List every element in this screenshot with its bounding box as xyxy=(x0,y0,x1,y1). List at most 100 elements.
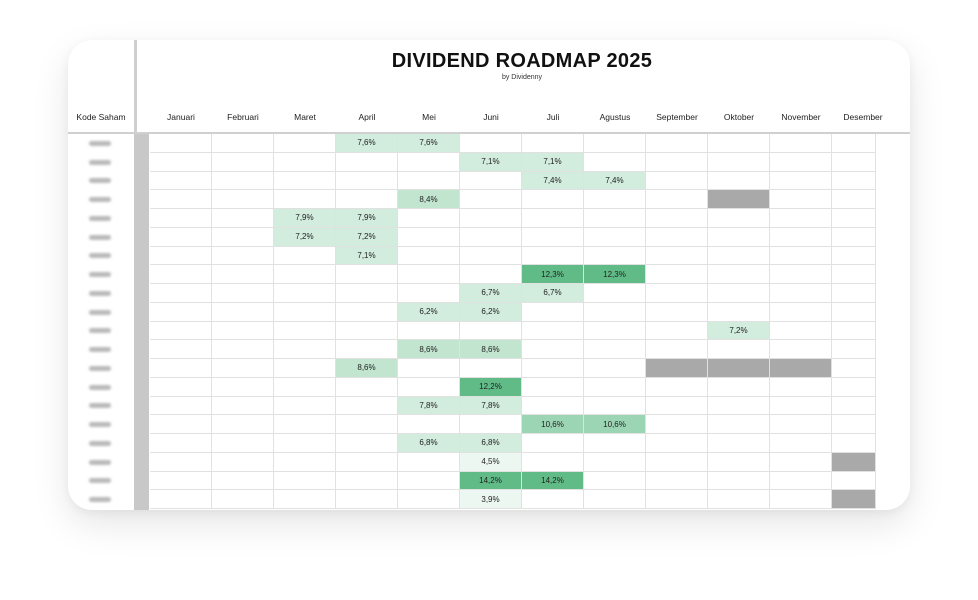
empty-cell xyxy=(770,152,832,172)
empty-cell xyxy=(646,284,708,303)
empty-cell xyxy=(646,190,708,209)
stock-code-redacted xyxy=(78,134,122,153)
empty-cell xyxy=(150,490,212,509)
empty-cell xyxy=(646,452,708,472)
empty-cell xyxy=(398,490,460,509)
empty-cell xyxy=(460,190,522,209)
empty-cell xyxy=(336,396,398,416)
empty-cell xyxy=(212,190,274,209)
empty-cell xyxy=(708,434,770,453)
empty-cell xyxy=(274,246,336,266)
yield-cell: 14,2% xyxy=(460,471,522,491)
page-subtitle: by Dividenny xyxy=(501,74,543,81)
yield-cell: 7,1% xyxy=(460,152,522,172)
table-row: 4,5% xyxy=(68,452,910,472)
empty-cell xyxy=(708,377,770,397)
empty-cell xyxy=(584,321,646,341)
empty-cell xyxy=(522,452,584,472)
stock-code-redacted xyxy=(78,303,122,322)
yield-cell: 10,6% xyxy=(584,415,646,434)
stock-code-redacted xyxy=(78,322,122,341)
empty-cell xyxy=(770,227,832,247)
empty-cell xyxy=(212,359,274,378)
stock-code-redacted xyxy=(78,247,122,266)
yield-cell: 7,2% xyxy=(274,227,336,247)
empty-cell xyxy=(336,452,398,472)
month-header: September xyxy=(656,112,698,122)
stock-code-redacted xyxy=(78,359,122,378)
empty-cell xyxy=(150,396,212,416)
table-row: 8,4% xyxy=(68,190,910,209)
month-header: Juli xyxy=(546,112,560,122)
empty-cell xyxy=(522,227,584,247)
yield-cell: 14,2% xyxy=(522,471,584,491)
yield-cell: 7,9% xyxy=(274,209,336,228)
empty-cell xyxy=(832,227,876,247)
month-header: April xyxy=(358,112,376,122)
empty-cell xyxy=(584,434,646,453)
empty-cell xyxy=(522,396,584,416)
empty-cell xyxy=(212,152,274,172)
stock-code-redacted xyxy=(78,172,122,191)
empty-cell xyxy=(212,340,274,359)
empty-cell xyxy=(584,302,646,322)
empty-cell xyxy=(274,152,336,172)
empty-cell xyxy=(460,265,522,284)
stock-code-redacted xyxy=(78,209,122,228)
empty-cell xyxy=(336,340,398,359)
empty-cell xyxy=(274,471,336,491)
empty-cell xyxy=(274,190,336,209)
empty-cell xyxy=(274,321,336,341)
empty-cell xyxy=(398,452,460,472)
empty-cell xyxy=(770,452,832,472)
empty-cell xyxy=(150,415,212,434)
empty-cell xyxy=(584,246,646,266)
empty-cell xyxy=(336,377,398,397)
table-row: 14,2% 14,2% xyxy=(68,471,910,491)
empty-cell xyxy=(708,490,770,509)
empty-cell xyxy=(584,359,646,378)
empty-cell xyxy=(398,321,460,341)
empty-cell xyxy=(708,415,770,434)
empty-cell xyxy=(770,190,832,209)
month-header: Agustus xyxy=(599,112,631,122)
empty-cell xyxy=(212,434,274,453)
empty-cell xyxy=(832,246,876,266)
empty-cell xyxy=(584,190,646,209)
empty-cell xyxy=(274,340,336,359)
empty-cell xyxy=(398,471,460,491)
empty-cell xyxy=(150,452,212,472)
empty-cell xyxy=(708,284,770,303)
marked-cell xyxy=(832,490,876,509)
empty-cell xyxy=(212,227,274,247)
empty-cell xyxy=(212,209,274,228)
empty-cell xyxy=(832,190,876,209)
empty-cell xyxy=(708,396,770,416)
empty-cell xyxy=(646,321,708,341)
column-divider xyxy=(134,40,137,134)
table-row: 7,8% 7,8% xyxy=(68,396,910,416)
empty-cell xyxy=(832,134,876,153)
empty-cell xyxy=(212,321,274,341)
empty-cell xyxy=(150,134,212,153)
month-header: Mei xyxy=(422,112,436,122)
month-header: Juni xyxy=(483,112,499,122)
table-row: 7,6% 7,6% xyxy=(68,134,910,153)
empty-cell xyxy=(770,396,832,416)
empty-cell xyxy=(336,490,398,509)
empty-cell xyxy=(212,265,274,284)
empty-cell xyxy=(584,471,646,491)
stock-code-redacted xyxy=(78,472,122,491)
empty-cell xyxy=(398,377,460,397)
empty-cell xyxy=(522,321,584,341)
empty-cell xyxy=(212,490,274,509)
yield-cell: 6,7% xyxy=(460,284,522,303)
empty-cell xyxy=(584,452,646,472)
empty-cell xyxy=(398,246,460,266)
table-row: 7,9% 7,9% xyxy=(68,209,910,228)
yield-cell: 6,8% xyxy=(398,434,460,453)
empty-cell xyxy=(150,321,212,341)
empty-cell xyxy=(770,434,832,453)
empty-cell xyxy=(336,471,398,491)
empty-cell xyxy=(708,134,770,153)
